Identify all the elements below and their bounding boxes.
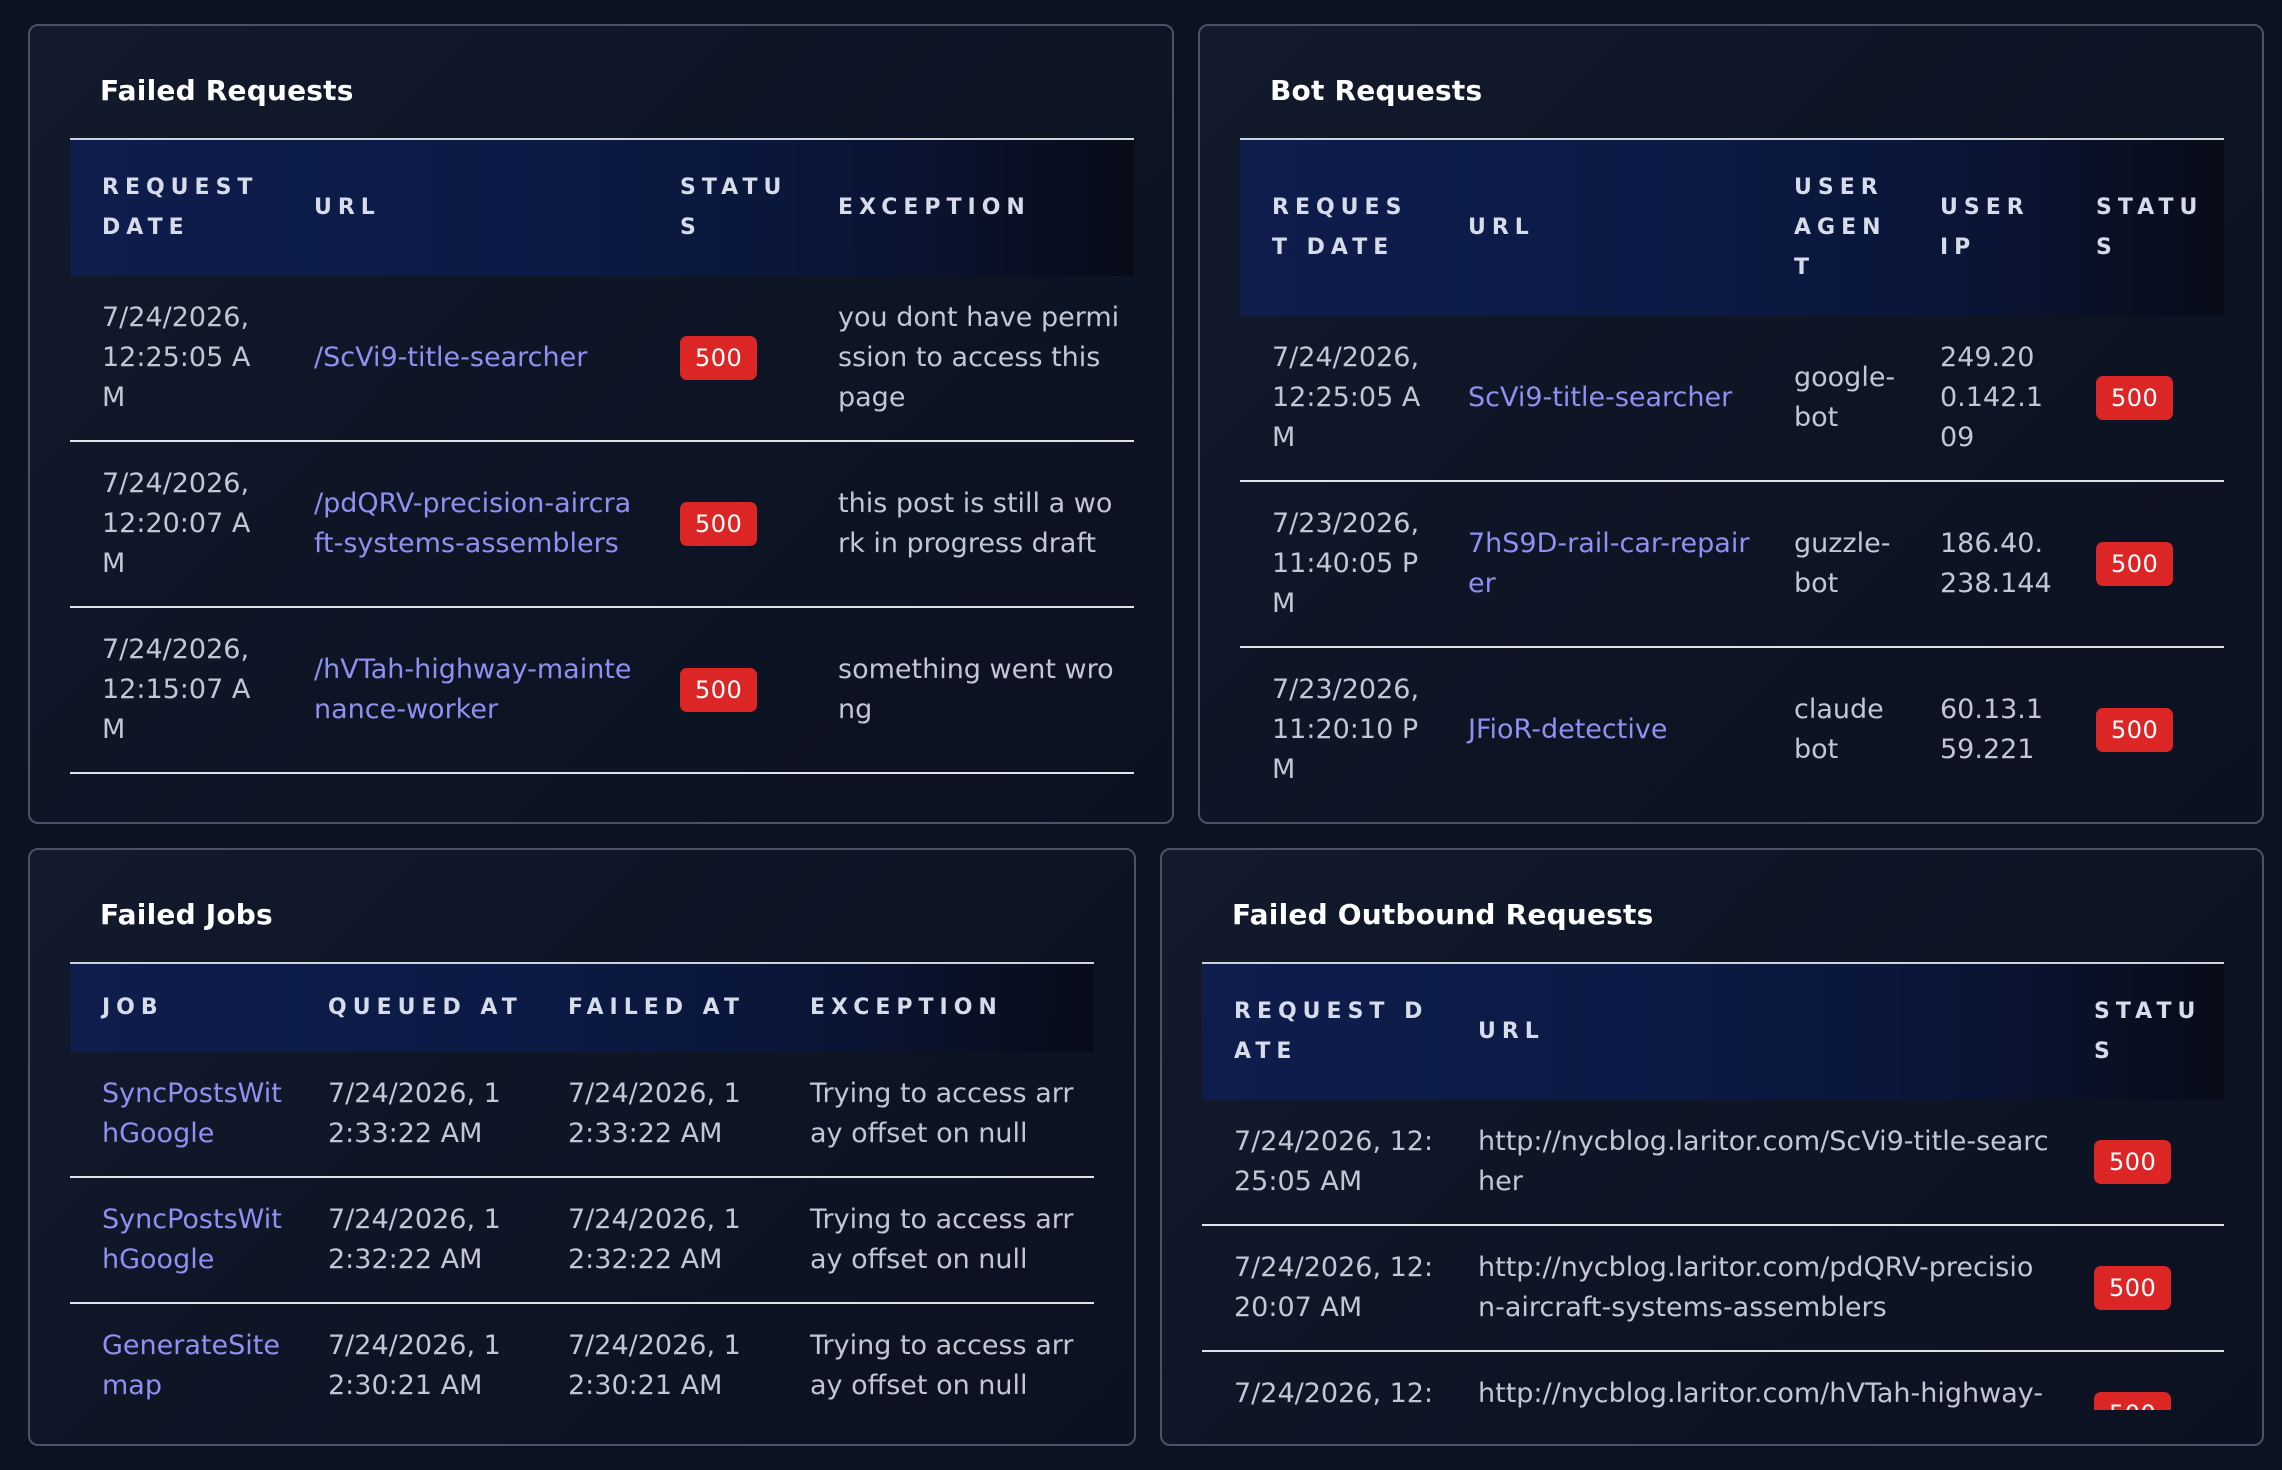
queued-at: 7/24/2026, 12:32:22 AM xyxy=(296,1177,536,1304)
column-header[interactable]: EXCEPTION xyxy=(778,962,1094,1052)
panel-title: Failed Requests xyxy=(100,74,354,107)
column-header[interactable]: FAILED AT xyxy=(536,962,778,1052)
user-ip: 60.13.159.221 xyxy=(1908,647,2064,786)
table-row[interactable]: 7/24/2026, 12:25:05 AM ScVi9-title-searc… xyxy=(1240,316,2224,482)
url-link[interactable]: 7hS9D-rail-car-repairer xyxy=(1436,481,1762,648)
user-ip: 186.40.238.144 xyxy=(1908,481,2064,648)
request-date: 7/24/2026, 12:25:05 AM xyxy=(1202,1100,1446,1226)
panel-title: Failed Outbound Requests xyxy=(1232,898,1654,931)
failed-jobs-table: JOB QUEUED AT FAILED AT EXCEPTION SyncPo… xyxy=(70,962,1094,1410)
table-row[interactable]: 7/24/2026, 12:15:07 AM http://nycblog.la… xyxy=(1202,1351,2224,1410)
exception-text: Trying to access array offset on null xyxy=(778,1303,1094,1410)
job-link[interactable]: GenerateSitemap xyxy=(70,1303,296,1410)
status-badge: 500 xyxy=(2096,542,2174,586)
column-header[interactable]: STATUS xyxy=(2062,962,2224,1100)
status-badge: 500 xyxy=(680,502,758,546)
column-header[interactable]: STATUS xyxy=(648,138,806,276)
table-row[interactable]: SyncPostsWithGoogle 7/24/2026, 12:32:22 … xyxy=(70,1177,1094,1304)
failed-jobs-panel: Failed Jobs JOB QUEUED AT FAILED AT EXCE… xyxy=(28,848,1136,1446)
failed-at: 7/24/2026, 12:32:22 AM xyxy=(536,1177,778,1304)
url-link[interactable]: /hVTah-highway-maintenance-worker xyxy=(282,607,648,774)
request-date: 7/23/2026, 11:20:10 PM xyxy=(1240,647,1436,786)
job-link[interactable]: SyncPostsWithGoogle xyxy=(70,1177,296,1304)
request-date: 7/23/2026, 11:40:05 PM xyxy=(1240,481,1436,648)
table-row[interactable]: 7/24/2026, 12:25:05 AM /ScVi9-title-sear… xyxy=(70,276,1134,442)
table-row[interactable]: SyncPostsWithGoogle 7/24/2026, 12:33:22 … xyxy=(70,1052,1094,1178)
outbound-url: http://nycblog.laritor.com/pdQRV-precisi… xyxy=(1446,1225,2062,1352)
failed-at: 7/24/2026, 12:33:22 AM xyxy=(536,1052,778,1178)
request-date: 7/24/2026, 12:25:05 AM xyxy=(70,276,282,442)
user-ip: 249.200.142.109 xyxy=(1908,316,2064,482)
url-link[interactable]: JFioR-detective xyxy=(1436,647,1762,786)
queued-at: 7/24/2026, 12:33:22 AM xyxy=(296,1052,536,1178)
failed-outbound-requests-panel: Failed Outbound Requests REQUEST DATE UR… xyxy=(1160,848,2264,1446)
table-row[interactable]: 7/23/2026, 11:20:10 PM JFioR-detective c… xyxy=(1240,647,2224,786)
outbound-url: http://nycblog.laritor.com/ScVi9-title-s… xyxy=(1446,1100,2062,1226)
outbound-url: http://nycblog.laritor.com/hVTah-highway… xyxy=(1446,1351,2062,1410)
request-date: 7/24/2026, 12:15:07 AM xyxy=(1202,1351,1446,1410)
request-date: 7/24/2026, 12:20:07 AM xyxy=(70,441,282,608)
request-date: 7/24/2026, 12:15:07 AM xyxy=(70,607,282,774)
user-agent: google-bot xyxy=(1762,316,1908,482)
table-header-row: REQUEST DATE URL USER AGENT USER IP STAT… xyxy=(1240,138,2224,316)
table-row[interactable]: 7/24/2026, 12:20:07 AM http://nycblog.la… xyxy=(1202,1225,2224,1352)
failed-at: 7/24/2026, 12:30:21 AM xyxy=(536,1303,778,1410)
table-row[interactable]: GenerateSitemap 7/24/2026, 12:30:21 AM 7… xyxy=(70,1303,1094,1410)
url-link[interactable]: /pdQRV-precision-aircraft-systems-assemb… xyxy=(282,441,648,608)
status-badge: 500 xyxy=(680,336,758,380)
table-row[interactable]: 7/24/2026, 12:25:05 AM http://nycblog.la… xyxy=(1202,1100,2224,1226)
table-row[interactable]: 7/24/2026, 12:15:07 AM /hVTah-highway-ma… xyxy=(70,607,1134,774)
column-header[interactable]: USER IP xyxy=(1908,138,2064,316)
table-header-row: REQUEST DATE URL STATUS EXCEPTION xyxy=(70,138,1134,276)
exception-text: this post is still a work in progress dr… xyxy=(806,441,1134,608)
exception-text: Trying to access array offset on null xyxy=(778,1052,1094,1178)
table-row[interactable]: 7/23/2026, 11:40:05 PM 7hS9D-rail-car-re… xyxy=(1240,481,2224,648)
exception-text: Trying to access array offset on null xyxy=(778,1177,1094,1304)
column-header[interactable]: USER AGENT xyxy=(1762,138,1908,316)
column-header[interactable]: JOB xyxy=(70,962,296,1052)
table-header-row: JOB QUEUED AT FAILED AT EXCEPTION xyxy=(70,962,1094,1052)
exception-text: something went wrong xyxy=(806,607,1134,774)
column-header[interactable]: STATUS xyxy=(2064,138,2224,316)
table-row[interactable]: 7/24/2026, 12:20:07 AM /pdQRV-precision-… xyxy=(70,441,1134,608)
bot-requests-panel: Bot Requests REQUEST DATE URL USER AGENT… xyxy=(1198,24,2264,824)
column-header[interactable]: URL xyxy=(1436,138,1762,316)
column-header[interactable]: REQUEST DATE xyxy=(1240,138,1436,316)
failed-outbound-requests-table: REQUEST DATE URL STATUS 7/24/2026, 12:25… xyxy=(1202,962,2224,1410)
column-header[interactable]: URL xyxy=(282,138,648,276)
url-link[interactable]: /ScVi9-title-searcher xyxy=(282,276,648,442)
column-header[interactable]: URL xyxy=(1446,962,2062,1100)
column-header[interactable]: QUEUED AT xyxy=(296,962,536,1052)
panel-title: Failed Jobs xyxy=(100,898,273,931)
column-header[interactable]: REQUEST DATE xyxy=(70,138,282,276)
column-header[interactable]: EXCEPTION xyxy=(806,138,1134,276)
failed-requests-panel: Failed Requests REQUEST DATE URL STATUS … xyxy=(28,24,1174,824)
queued-at: 7/24/2026, 12:30:21 AM xyxy=(296,1303,536,1410)
status-badge: 500 xyxy=(2094,1266,2172,1310)
status-badge: 500 xyxy=(2094,1392,2172,1410)
failed-requests-table: REQUEST DATE URL STATUS EXCEPTION 7/24/2… xyxy=(70,138,1134,774)
panel-title: Bot Requests xyxy=(1270,74,1483,107)
status-badge: 500 xyxy=(2096,376,2174,420)
status-badge: 500 xyxy=(680,668,758,712)
column-header[interactable]: REQUEST DATE xyxy=(1202,962,1446,1100)
status-badge: 500 xyxy=(2094,1140,2172,1184)
request-date: 7/24/2026, 12:20:07 AM xyxy=(1202,1225,1446,1352)
user-agent: claudebot xyxy=(1762,647,1908,786)
user-agent: guzzle-bot xyxy=(1762,481,1908,648)
request-date: 7/24/2026, 12:25:05 AM xyxy=(1240,316,1436,482)
job-link[interactable]: SyncPostsWithGoogle xyxy=(70,1052,296,1178)
table-header-row: REQUEST DATE URL STATUS xyxy=(1202,962,2224,1100)
exception-text: you dont have permission to access this … xyxy=(806,276,1134,442)
url-link[interactable]: ScVi9-title-searcher xyxy=(1436,316,1762,482)
bot-requests-table: REQUEST DATE URL USER AGENT USER IP STAT… xyxy=(1240,138,2224,786)
status-badge: 500 xyxy=(2096,708,2174,752)
